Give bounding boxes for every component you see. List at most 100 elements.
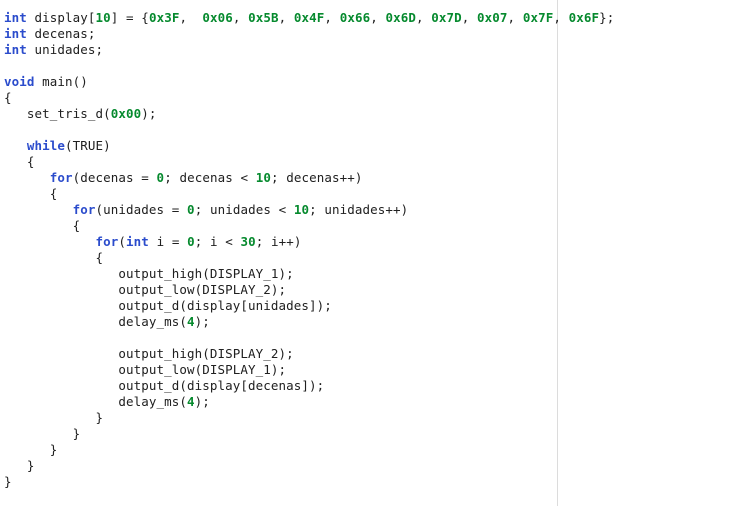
code-text-token: delay_ms( <box>4 394 188 409</box>
code-text-token: main() <box>34 74 88 89</box>
code-line[interactable] <box>0 330 734 346</box>
code-line[interactable]: } <box>0 426 734 442</box>
code-line[interactable]: void main() <box>0 74 734 90</box>
code-number-token: 0x3F <box>148 10 180 25</box>
code-keyword-token: void <box>4 74 35 89</box>
code-line[interactable]: int display[10] = {0x3F, 0x06, 0x5B, 0x4… <box>0 10 734 26</box>
code-text-token: , <box>278 10 294 25</box>
code-number-token: 0 <box>187 234 195 249</box>
code-text-token: { <box>4 218 81 233</box>
code-text-token: ; decenas++) <box>270 170 363 185</box>
code-text-token: ; decenas < <box>164 170 256 185</box>
code-text-token: decenas; <box>26 26 96 41</box>
code-text-token: (TRUE) <box>65 138 111 153</box>
code-line[interactable]: output_high(DISPLAY_1); <box>0 266 734 282</box>
code-line[interactable]: } <box>0 458 734 474</box>
code-line[interactable]: for(int i = 0; i < 30; i++) <box>0 234 734 250</box>
code-number-token: 10 <box>293 202 310 217</box>
code-text-token: , <box>553 10 569 25</box>
code-text-token: output_high(DISPLAY_1); <box>4 266 294 281</box>
code-line[interactable]: { <box>0 186 734 202</box>
code-text-token: , <box>507 10 523 25</box>
code-line[interactable]: int decenas; <box>0 26 734 42</box>
code-line[interactable] <box>0 122 734 138</box>
code-text-token: ); <box>194 314 210 329</box>
code-text-token: ; i < <box>194 234 241 249</box>
code-line[interactable]: for(decenas = 0; decenas < 10; decenas++… <box>0 170 734 186</box>
code-text-token: ; unidades < <box>194 202 294 217</box>
code-text-token: } <box>4 410 104 425</box>
code-line[interactable]: set_tris_d(0x00); <box>0 106 734 122</box>
code-text-token: { <box>4 90 12 105</box>
code-line[interactable]: for(unidades = 0; unidades < 10; unidade… <box>0 202 734 218</box>
code-number-token: 10 <box>255 170 271 185</box>
code-number-token: 0x7F <box>522 10 554 25</box>
code-line[interactable]: output_d(display[unidades]); <box>0 298 734 314</box>
code-number-token: 0x5B <box>248 10 279 25</box>
code-text-token: i = <box>148 234 188 249</box>
code-text-token: (decenas = <box>72 170 157 185</box>
code-keyword-token: for <box>95 234 119 249</box>
code-text-token: ] = { <box>110 10 149 25</box>
code-line[interactable]: output_d(display[decenas]); <box>0 378 734 394</box>
code-keyword-token: int <box>4 42 27 57</box>
code-text-token: , <box>461 10 478 25</box>
code-text-token: , <box>179 10 203 25</box>
code-number-token: 0x6F <box>568 10 600 25</box>
code-keyword-token: int <box>4 10 27 25</box>
code-number-token: 0x06 <box>202 10 233 25</box>
code-number-token: 4 <box>187 314 195 329</box>
code-text-token: , <box>324 10 340 25</box>
code-text-token: { <box>4 186 58 201</box>
code-keyword-token: while <box>26 138 66 153</box>
code-text-token: ; unidades++) <box>309 202 409 217</box>
code-text-token: ; i++) <box>255 234 302 249</box>
code-text-token: , <box>232 10 249 25</box>
code-line[interactable]: delay_ms(4); <box>0 394 734 410</box>
code-line[interactable]: { <box>0 90 734 106</box>
code-line[interactable]: } <box>0 442 734 458</box>
code-text-token: output_d(display[decenas]); <box>4 378 325 393</box>
code-keyword-token: for <box>72 202 96 217</box>
code-number-token: 0x07 <box>477 10 508 25</box>
code-text-token: delay_ms( <box>4 314 188 329</box>
code-line[interactable]: { <box>0 250 734 266</box>
code-line[interactable]: output_high(DISPLAY_2); <box>0 346 734 362</box>
code-line[interactable]: while(TRUE) <box>0 138 734 154</box>
code-line[interactable]: output_low(DISPLAY_2); <box>0 282 734 298</box>
code-keyword-token: for <box>49 170 73 185</box>
code-number-token: 4 <box>187 394 195 409</box>
code-text-token: ( <box>118 234 127 249</box>
code-line[interactable] <box>0 58 734 74</box>
code-text-token: unidades; <box>26 42 104 57</box>
code-text-token: } <box>4 442 58 457</box>
code-line[interactable]: int unidades; <box>0 42 734 58</box>
code-text-token: output_low(DISPLAY_2); <box>4 282 287 297</box>
code-text-area[interactable]: int display[10] = {0x3F, 0x06, 0x5B, 0x4… <box>0 0 734 490</box>
code-line[interactable]: output_low(DISPLAY_1); <box>0 362 734 378</box>
code-line[interactable]: } <box>0 410 734 426</box>
code-text-token: { <box>4 154 35 169</box>
code-line[interactable]: { <box>0 154 734 170</box>
code-number-token: 0x00 <box>110 106 142 121</box>
code-editor-screenshot: int display[10] = {0x3F, 0x06, 0x5B, 0x4… <box>0 0 734 506</box>
code-text-token: }; <box>599 10 615 25</box>
code-line[interactable]: { <box>0 218 734 234</box>
code-text-token: , <box>370 10 386 25</box>
code-text-token: output_d(display[unidades]); <box>4 298 332 313</box>
code-number-token: 0 <box>187 202 195 217</box>
code-line[interactable]: delay_ms(4); <box>0 314 734 330</box>
code-text-token: (unidades = <box>95 202 188 217</box>
code-number-token: 0x66 <box>339 10 371 25</box>
code-text-token: ); <box>194 394 210 409</box>
code-number-token: 0x7D <box>431 10 462 25</box>
code-text-token: output_high(DISPLAY_2); <box>4 346 294 361</box>
code-number-token: 0x6D <box>385 10 416 25</box>
code-text-token: display[ <box>26 10 96 25</box>
code-text-token: ); <box>141 106 157 121</box>
code-line[interactable]: } <box>0 474 734 490</box>
